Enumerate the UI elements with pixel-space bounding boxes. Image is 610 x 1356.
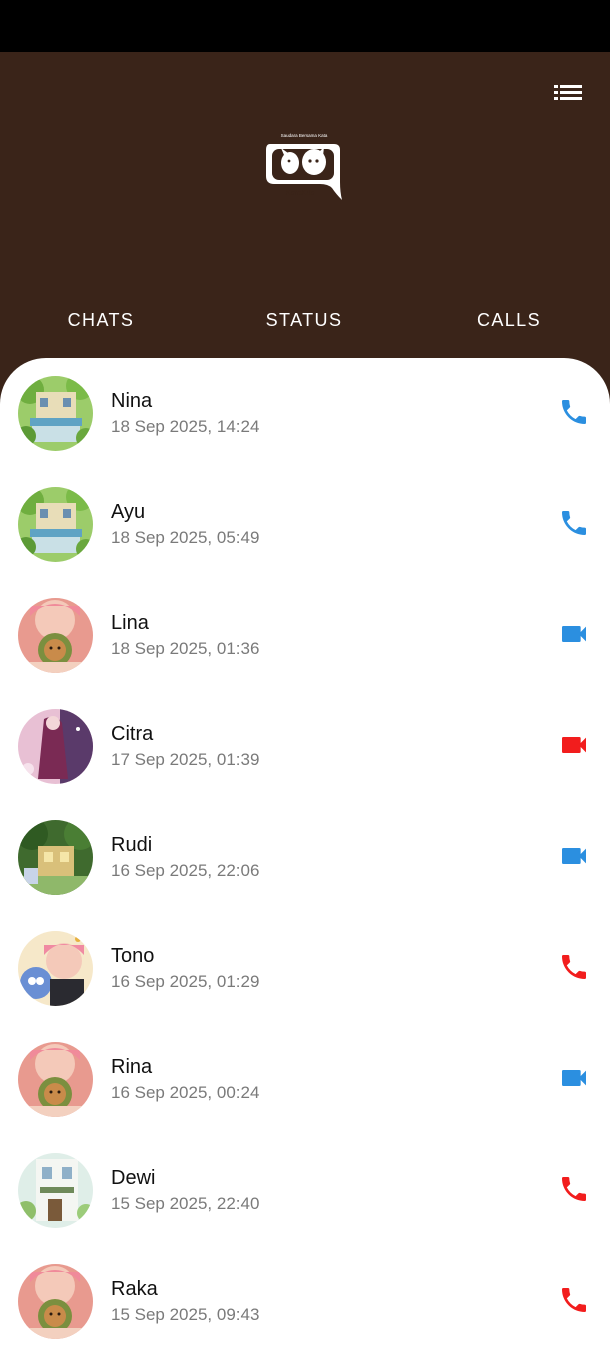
- call-timestamp: 18 Sep 2025, 01:36: [111, 639, 260, 658]
- call-row[interactable]: Citra 17 Sep 2025, 01:39: [0, 691, 610, 802]
- contact-name: Nina: [111, 390, 153, 412]
- avatar[interactable]: [18, 1042, 93, 1117]
- call-timestamp: 15 Sep 2025, 22:40: [111, 1194, 260, 1213]
- contact-name: Dewi: [111, 1167, 156, 1189]
- app-logo: Saudara Bersama Kata KataKita: [264, 132, 344, 204]
- call-row[interactable]: Dewi 15 Sep 2025, 22:40: [0, 1135, 610, 1246]
- call-timestamp: 18 Sep 2025, 05:49: [111, 528, 260, 547]
- tab-chats[interactable]: CHATS: [21, 310, 181, 331]
- call-timestamp: 16 Sep 2025, 22:06: [111, 861, 260, 880]
- call-timestamp: 17 Sep 2025, 01:39: [111, 750, 260, 769]
- tab-bar: CHATS STATUS CALLS: [0, 310, 610, 340]
- call-timestamp: 16 Sep 2025, 01:29: [111, 972, 260, 991]
- logo-tagline: Saudara Bersama Kata: [281, 133, 328, 138]
- avatar[interactable]: [18, 820, 93, 895]
- tab-status[interactable]: STATUS: [224, 310, 384, 331]
- avatar[interactable]: [18, 931, 93, 1006]
- tab-calls[interactable]: CALLS: [429, 310, 589, 331]
- call-row[interactable]: Raka 15 Sep 2025, 09:43: [0, 1246, 610, 1356]
- video-call-icon[interactable]: [558, 618, 590, 650]
- contact-name: Rina: [111, 1056, 153, 1078]
- status-bar: [0, 0, 610, 52]
- list-menu-icon[interactable]: [554, 84, 582, 106]
- call-timestamp: 15 Sep 2025, 09:43: [111, 1305, 260, 1324]
- contact-name: Rudi: [111, 834, 153, 856]
- app-header: Saudara Bersama Kata KataKita CHATS STAT…: [0, 52, 610, 382]
- phone-call-icon[interactable]: [558, 1173, 590, 1205]
- avatar[interactable]: [18, 1153, 93, 1228]
- call-timestamp: 18 Sep 2025, 14:24: [111, 417, 260, 436]
- phone-call-icon[interactable]: [558, 1284, 590, 1316]
- call-row[interactable]: Nina 18 Sep 2025, 14:24: [0, 358, 610, 469]
- contact-name: Raka: [111, 1278, 158, 1300]
- phone-call-icon[interactable]: [558, 507, 590, 539]
- contact-name: Citra: [111, 723, 154, 745]
- contact-name: Lina: [111, 612, 149, 634]
- video-call-icon[interactable]: [558, 1062, 590, 1094]
- avatar[interactable]: [18, 709, 93, 784]
- call-row[interactable]: Rina 16 Sep 2025, 00:24: [0, 1024, 610, 1135]
- contact-name: Ayu: [111, 501, 146, 523]
- calls-list: Nina 18 Sep 2025, 14:24 Ayu 18 Sep 2025, 05…: [0, 358, 610, 1356]
- avatar[interactable]: [18, 1264, 93, 1339]
- avatar[interactable]: [18, 598, 93, 673]
- avatar[interactable]: [18, 376, 93, 451]
- call-row[interactable]: Tono 16 Sep 2025, 01:29: [0, 913, 610, 1024]
- call-row[interactable]: Ayu 18 Sep 2025, 05:49: [0, 469, 610, 580]
- video-call-icon[interactable]: [558, 729, 590, 761]
- call-row[interactable]: Rudi 16 Sep 2025, 22:06: [0, 802, 610, 913]
- logo-name: KataKita: [284, 188, 314, 197]
- avatar[interactable]: [18, 487, 93, 562]
- contact-name: Tono: [111, 945, 155, 967]
- video-call-icon[interactable]: [558, 840, 590, 872]
- phone-call-icon[interactable]: [558, 396, 590, 428]
- phone-call-icon[interactable]: [558, 951, 590, 983]
- call-timestamp: 16 Sep 2025, 00:24: [111, 1083, 260, 1102]
- call-row[interactable]: Lina 18 Sep 2025, 01:36: [0, 580, 610, 691]
